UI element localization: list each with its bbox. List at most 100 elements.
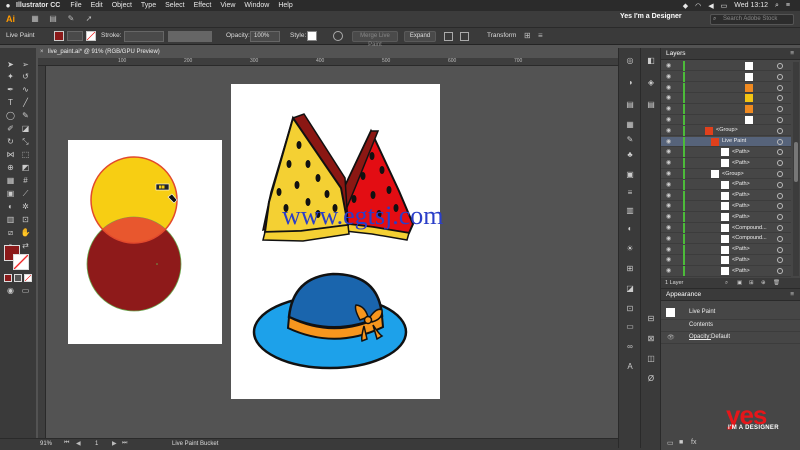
menu-window[interactable]: Window [244, 2, 269, 9]
appearance-tab[interactable]: Appearance [666, 291, 701, 298]
draw-mode-icon[interactable]: ◉ [4, 286, 17, 296]
canvas-area[interactable] [46, 66, 658, 438]
color-guide-icon[interactable]: ▤ [624, 100, 636, 110]
blend-tool-icon[interactable]: ◐ [4, 202, 17, 212]
layer-row[interactable]: ◉ <Path> [661, 147, 791, 158]
target-circle-icon[interactable] [777, 192, 783, 199]
menu-view[interactable]: View [220, 2, 235, 9]
mesh-tool-icon[interactable]: # [19, 176, 32, 186]
character-icon[interactable]: A [624, 362, 636, 372]
target-circle-icon[interactable] [777, 95, 783, 102]
artwork[interactable] [231, 84, 440, 399]
layer-row[interactable]: ◉ [661, 61, 791, 72]
layer-name[interactable]: <Path> [732, 203, 750, 209]
zoom-level[interactable]: 91% [40, 441, 52, 447]
pen-tool-icon[interactable]: ✒ [4, 85, 17, 95]
target-circle-icon[interactable] [777, 84, 783, 91]
swap-colors-icon[interactable]: ⇄ [19, 241, 32, 251]
layer-name[interactable]: <Group> [716, 127, 738, 133]
wifi-icon[interactable]: ◠ [695, 2, 701, 10]
layer-row[interactable]: ◉ <Group> [661, 169, 791, 180]
target-circle-icon[interactable] [777, 160, 783, 167]
stroke-swatch[interactable] [86, 31, 96, 41]
search-stock-input[interactable]: ⌕ Search Adobe Stock [710, 14, 794, 25]
recolor-icon[interactable] [333, 31, 343, 41]
bridge-icon[interactable]: ▦ [29, 14, 41, 24]
visibility-eye-icon[interactable]: ◉ [666, 138, 671, 145]
scale-tool-icon[interactable]: ⤡ [19, 137, 32, 147]
horizontal-ruler[interactable]: 100 200 300 400 500 600 700 [38, 58, 658, 66]
layers-alt-icon[interactable]: ⊠ [645, 334, 657, 344]
appearance-menu-icon[interactable]: ≡ [790, 289, 794, 301]
hand-tool-icon[interactable]: ✋ [19, 228, 32, 238]
target-circle-icon[interactable] [777, 225, 783, 231]
brushes-icon[interactable]: ✎ [624, 135, 636, 145]
menu-help[interactable]: Help [278, 2, 292, 9]
layer-row[interactable]: ◉ Live Paint [661, 136, 791, 147]
paintbrush-icon[interactable]: ✎ [19, 111, 32, 121]
visibility-eye-icon[interactable]: ◉ [666, 73, 671, 80]
layer-name[interactable]: <Path> [732, 246, 750, 252]
layer-name[interactable]: <Compound... [732, 235, 767, 241]
layers-icon[interactable]: ◈ [645, 78, 657, 88]
libraries-icon[interactable]: ◎ [624, 56, 636, 66]
layer-row[interactable]: ◉ <Path> [661, 244, 791, 255]
visibility-eye-icon[interactable]: ◉ [666, 159, 671, 166]
prev-artboard-icon[interactable]: ◀ [76, 440, 81, 447]
target-circle-icon[interactable] [777, 268, 783, 275]
layer-row[interactable]: ◉ <Path> [661, 266, 791, 277]
scroll-thumb[interactable] [794, 142, 798, 182]
hat[interactable] [252, 272, 408, 370]
next-artboard-icon[interactable]: ▶ [112, 440, 117, 447]
visibility-eye-icon[interactable]: ◉ [666, 213, 671, 220]
target-circle-icon[interactable] [777, 181, 783, 188]
layer-row[interactable]: ◉ [661, 104, 791, 115]
layer-row[interactable]: ◉ <Path> [661, 255, 791, 266]
layer-name[interactable]: Live Paint [722, 138, 746, 144]
gradient-mode-icon[interactable] [14, 274, 22, 282]
visibility-eye-icon[interactable]: ◉ [666, 224, 671, 231]
transparency-icon[interactable]: ◐ [624, 224, 636, 234]
asset-export-icon[interactable]: ▤ [645, 100, 657, 110]
close-tab-icon[interactable]: × [40, 47, 44, 58]
layers-scrollbar[interactable] [793, 62, 799, 276]
target-circle-icon[interactable] [777, 63, 783, 69]
add-effect-icon[interactable]: fx [691, 439, 696, 446]
artboard-1[interactable] [68, 140, 222, 344]
screen-mode-icon[interactable]: ▭ [19, 286, 32, 296]
target-circle-icon[interactable] [777, 138, 783, 145]
visibility-eye-icon[interactable]: ◉ [666, 148, 671, 155]
layer-row[interactable]: ◉ <Path> [661, 158, 791, 169]
spotlight-icon[interactable]: ⌕ [775, 2, 779, 10]
appearance-title-row[interactable]: Live Paint [661, 306, 800, 320]
opacity-input[interactable]: 100% [250, 31, 280, 42]
free-transform-icon[interactable]: ⬚ [19, 150, 32, 160]
color-icon[interactable]: ◑ [624, 78, 636, 88]
layer-row[interactable]: ◉ [661, 115, 791, 126]
layer-row[interactable]: ◉ [661, 93, 791, 104]
volume-icon[interactable]: ◀ [708, 2, 713, 10]
appearance-opacity-label[interactable]: Opacity: [689, 334, 711, 340]
clipping-mask-icon[interactable]: ▣ [737, 278, 742, 288]
lasso-icon[interactable]: ↺ [19, 72, 32, 82]
clock[interactable]: Wed 13:12 [734, 2, 768, 9]
gradient-tool-icon[interactable]: ▣ [4, 189, 17, 199]
isolate-icon[interactable]: ⊞ [524, 31, 531, 40]
layer-row[interactable]: ◉ [661, 82, 791, 93]
layer-name[interactable]: <Path> [732, 192, 750, 198]
properties-icon[interactable]: ◧ [645, 56, 657, 66]
layer-name[interactable]: <Path> [732, 268, 750, 274]
app-menu[interactable]: Illustrator CC [16, 2, 60, 9]
layer-row[interactable]: ◉ <Compound... [661, 223, 791, 234]
layer-row[interactable]: ◉ <Path> [661, 179, 791, 191]
target-circle-icon[interactable] [777, 117, 783, 123]
layer-row[interactable]: ◉ <Compound... [661, 233, 791, 245]
artboard-2[interactable] [231, 84, 440, 399]
document-tab[interactable]: × live_paint.ai* @ 91% (RGB/GPU Preview) [38, 47, 160, 58]
visibility-eye-icon[interactable]: ◉ [666, 84, 671, 91]
artboard-number[interactable]: 1 [95, 441, 98, 447]
layer-name[interactable]: <Path> [732, 160, 750, 166]
visibility-eye-icon[interactable]: ◉ [666, 235, 671, 242]
menu-object[interactable]: Object [112, 2, 132, 9]
layer-name[interactable]: <Group> [722, 171, 744, 177]
